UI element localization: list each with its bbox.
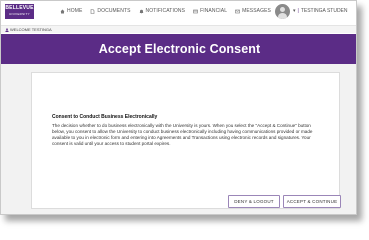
logo-sub: UNIVERSITY bbox=[8, 12, 30, 16]
deny-logout-button[interactable]: DENY & LOGOUT bbox=[228, 195, 280, 208]
content-area: Consent to Conduct Business Electronical… bbox=[1, 64, 356, 214]
nav-documents[interactable]: DOCUMENTS bbox=[90, 8, 130, 14]
nav-financial[interactable]: FINANCIAL bbox=[193, 8, 227, 14]
user-name: TESTINGA STUDEN bbox=[300, 8, 348, 14]
logo-name: BELLEVUE bbox=[5, 5, 34, 11]
chevron-down-icon: ▾ bbox=[293, 8, 296, 14]
main-nav: HOME DOCUMENTS NOTIFICATIONS FINANCIAL M… bbox=[60, 7, 279, 15]
page-banner: Accept Electronic Consent bbox=[1, 34, 356, 64]
page-title: Accept Electronic Consent bbox=[98, 42, 261, 56]
nav-messages-label: MESSAGES bbox=[242, 8, 271, 14]
card-icon bbox=[193, 9, 198, 13]
avatar[interactable] bbox=[275, 4, 290, 19]
document-icon bbox=[91, 8, 95, 14]
consent-card: Consent to Conduct Business Electronical… bbox=[31, 72, 341, 209]
bell-icon bbox=[139, 9, 144, 14]
university-logo[interactable]: BELLEVUE UNIVERSITY bbox=[5, 4, 34, 19]
accept-continue-button[interactable]: ACCEPT & CONTINUE bbox=[283, 195, 341, 208]
nav-documents-label: DOCUMENTS bbox=[97, 8, 131, 14]
consent-body: The decision whether to do business elec… bbox=[52, 123, 313, 146]
home-icon bbox=[60, 9, 65, 13]
consent-heading: Consent to Conduct Business Electronical… bbox=[52, 114, 158, 120]
nav-financial-label: FINANCIAL bbox=[200, 8, 228, 14]
nav-messages[interactable]: MESSAGES bbox=[235, 8, 271, 14]
nav-notifications[interactable]: NOTIFICATIONS bbox=[139, 8, 186, 14]
app-window: BELLEVUE UNIVERSITY HOME DOCUMENTS NOTIF… bbox=[0, 0, 357, 215]
nav-home[interactable]: HOME bbox=[60, 8, 82, 14]
user-separator: | bbox=[297, 8, 299, 14]
user-menu[interactable]: ▾ | TESTINGA STUDEN bbox=[293, 8, 348, 14]
welcome-text: WELCOME TESTINGA bbox=[10, 27, 52, 32]
nav-notifications-label: NOTIFICATIONS bbox=[145, 8, 186, 14]
welcome-bar: WELCOME TESTINGA bbox=[1, 25, 356, 33]
user-icon bbox=[5, 27, 9, 32]
top-nav-bar: BELLEVUE UNIVERSITY HOME DOCUMENTS NOTIF… bbox=[1, 1, 356, 24]
nav-home-label: HOME bbox=[67, 8, 83, 14]
envelope-icon bbox=[235, 9, 240, 13]
